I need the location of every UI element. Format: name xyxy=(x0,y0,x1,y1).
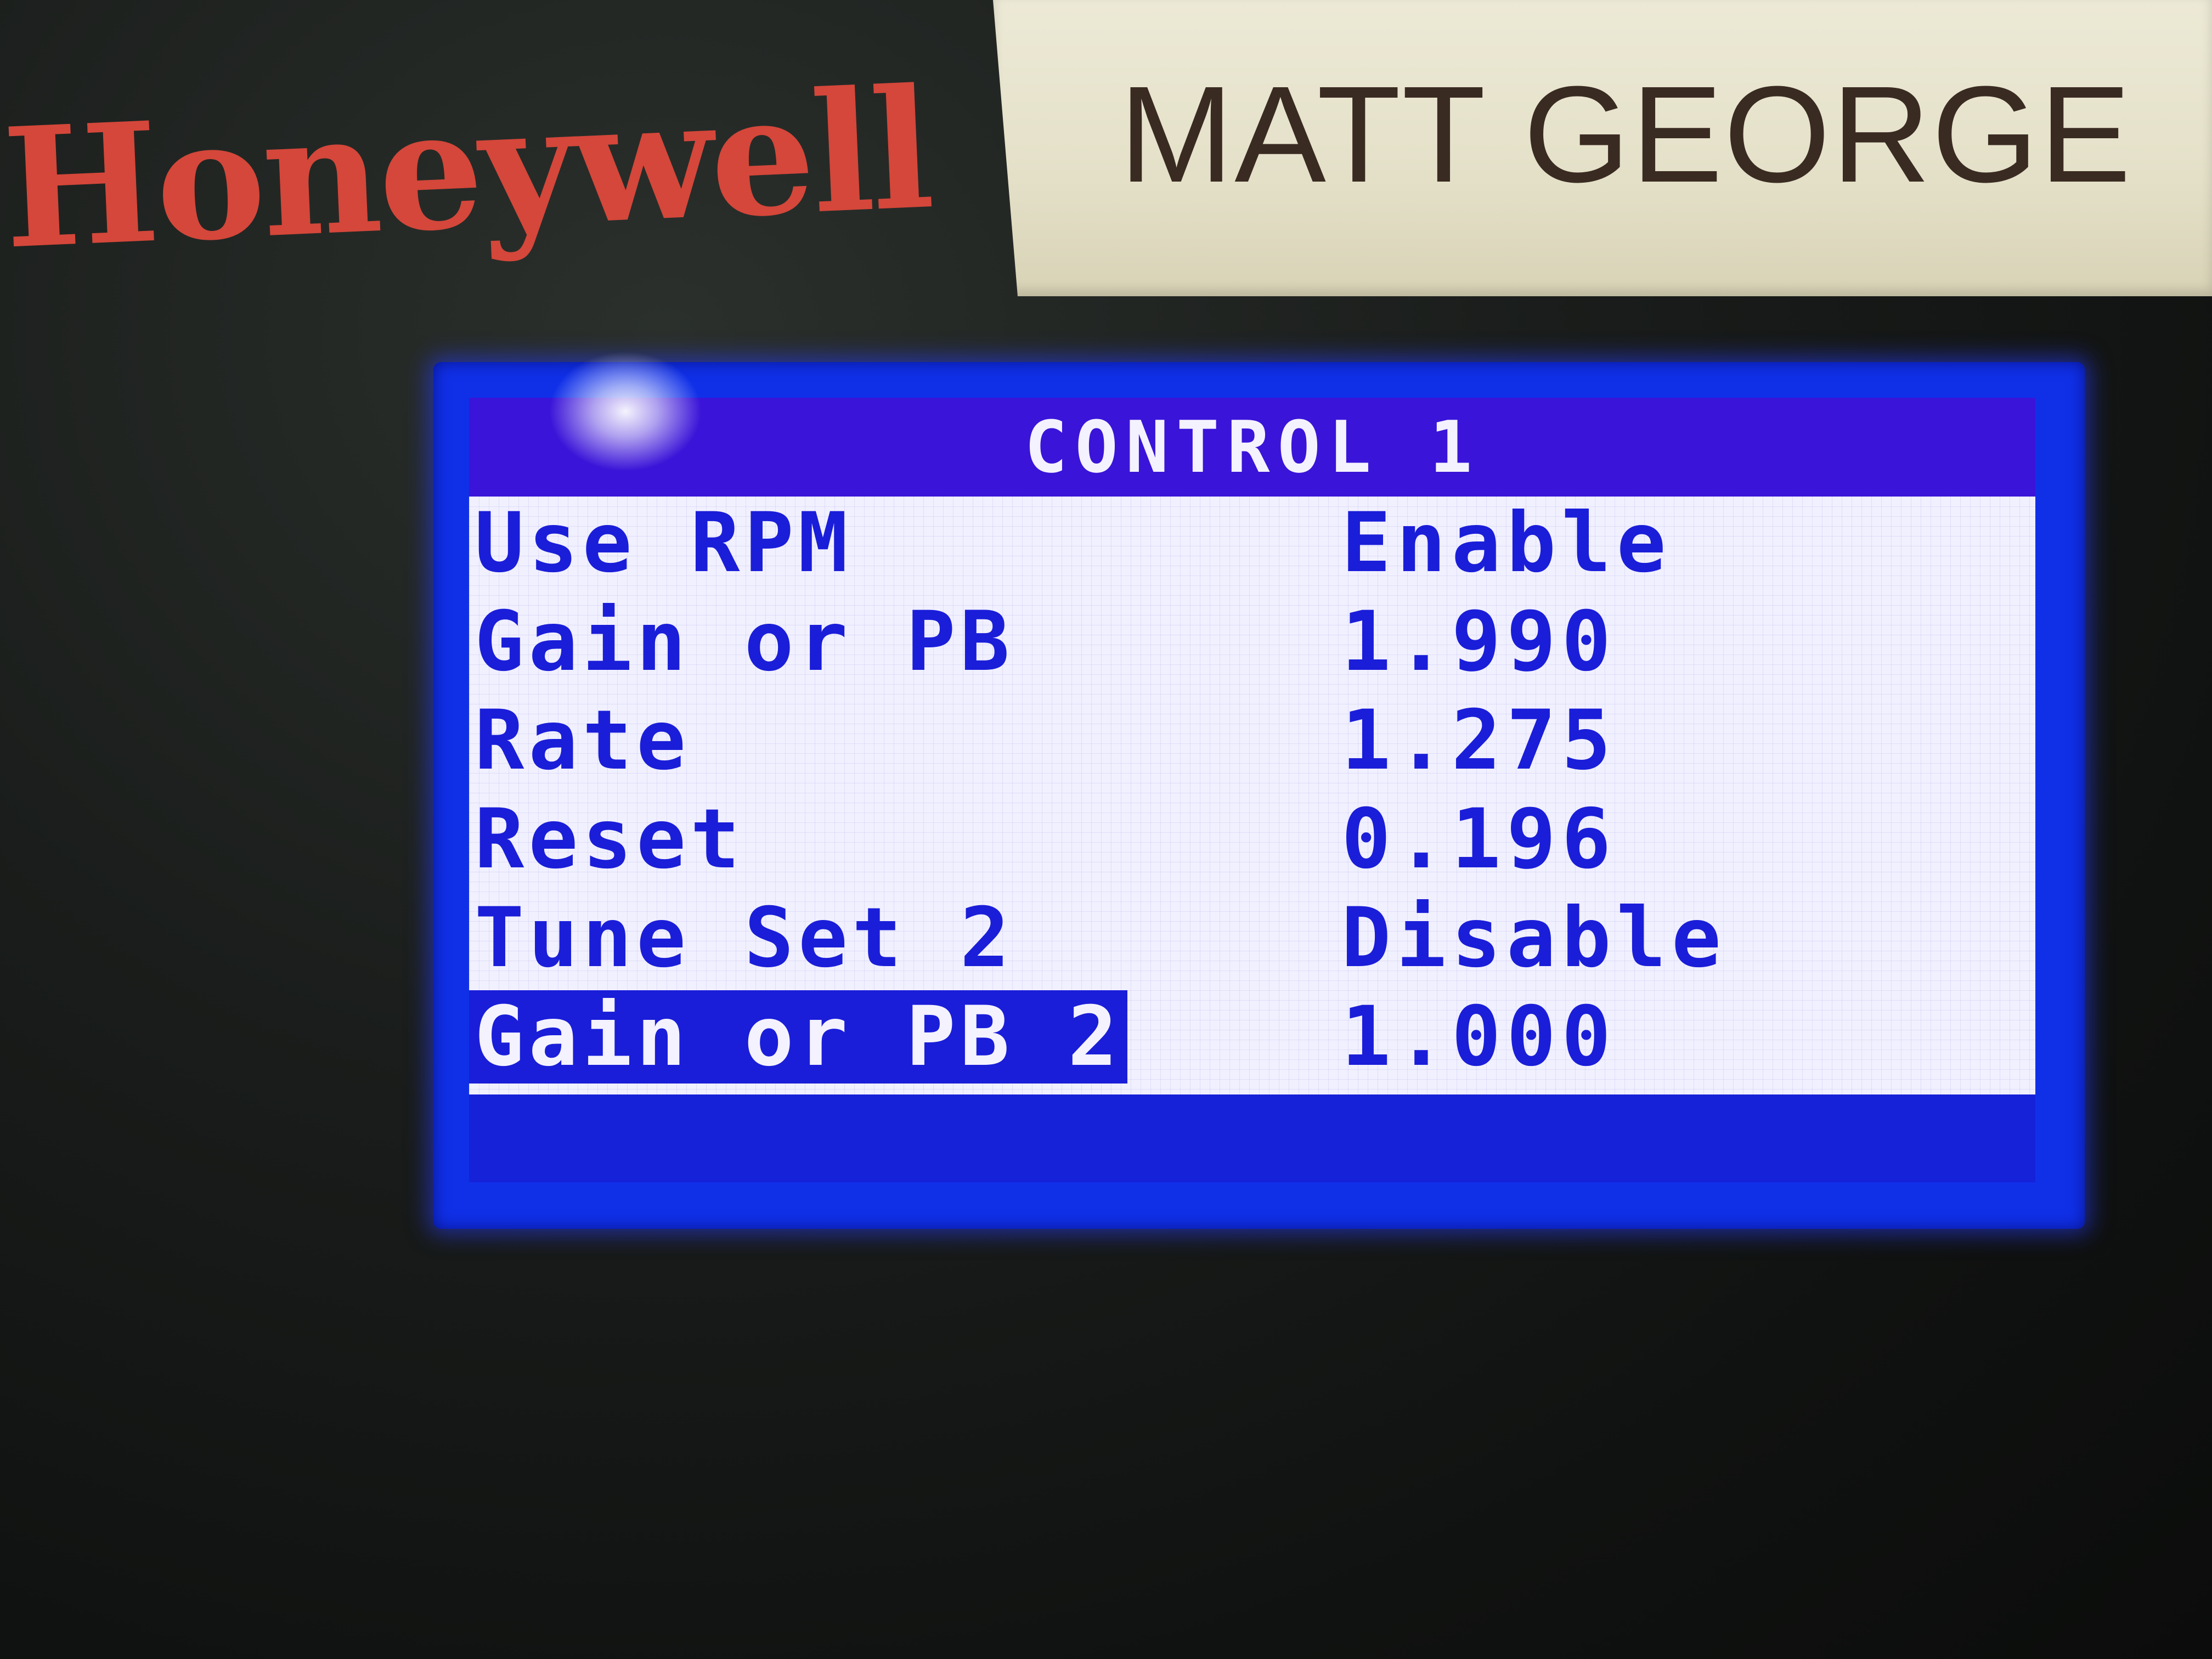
menu-item-rate[interactable]: Rate 1.275 xyxy=(469,694,2035,793)
brand-logo: Honeywell xyxy=(0,52,934,286)
menu-item-value: Enable xyxy=(1341,495,1672,591)
menu-item-value: 1.275 xyxy=(1341,693,1617,788)
name-label-sticker: MATT GEORGE xyxy=(993,0,2212,296)
screen-title-bar: CONTROL 1 xyxy=(469,398,2035,496)
menu-item-label: Rate xyxy=(475,693,691,788)
menu-item-reset[interactable]: Reset 0.196 xyxy=(469,793,2035,891)
menu-item-label-highlighted: Gain or PB 2 xyxy=(469,990,1127,1084)
menu-item-gain-or-pb[interactable]: Gain or PB 1.990 xyxy=(469,595,2035,694)
menu-item-tune-set-2[interactable]: Tune Set 2 Disable xyxy=(469,891,2035,990)
menu-item-value: 1.000 xyxy=(1341,989,1617,1085)
name-label-text: MATT GEORGE xyxy=(1119,58,2132,211)
menu-item-label: Gain or PB xyxy=(475,594,1014,690)
controller-faceplate: Honeywell MATT GEORGE CONTROL 1 Use RPM … xyxy=(0,0,2212,1659)
menu-item-value: 0.196 xyxy=(1341,792,1617,887)
menu-item-label: Reset xyxy=(475,792,744,887)
menu-item-label: Tune Set 2 xyxy=(475,890,1014,986)
menu-item-label: Use RPM xyxy=(475,495,853,591)
menu-item-gain-or-pb-2-selected[interactable]: Gain or PB 2 1.000 xyxy=(469,990,2035,1089)
lcd-screen: CONTROL 1 Use RPM Enable Gain or PB 1.99… xyxy=(469,398,2035,1182)
menu-item-value: 1.990 xyxy=(1341,594,1617,690)
menu-item-value: Disable xyxy=(1341,890,1727,986)
menu-item-use-rpm[interactable]: Use RPM Enable xyxy=(469,496,2035,595)
screen-footer-bar xyxy=(469,1094,2035,1182)
menu-list: Use RPM Enable Gain or PB 1.990 Rate 1.2… xyxy=(469,496,2035,1094)
screen-title: CONTROL 1 xyxy=(1024,405,1480,489)
